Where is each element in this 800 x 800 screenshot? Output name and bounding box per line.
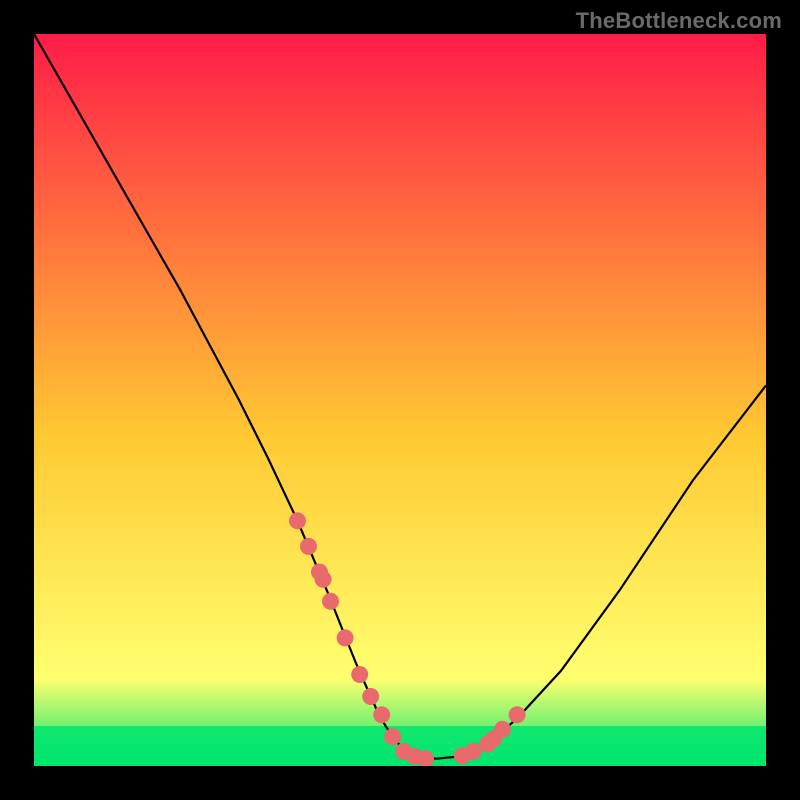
plot-area: [34, 34, 766, 766]
marker-dot: [300, 538, 317, 555]
marker-dot: [373, 706, 390, 723]
marker-dot: [509, 706, 526, 723]
marker-dot: [362, 688, 379, 705]
marker-dot: [351, 666, 368, 683]
marker-dot: [465, 743, 482, 760]
chart-svg: [34, 34, 766, 766]
marker-dot: [289, 512, 306, 529]
marker-dot: [494, 721, 511, 738]
marker-dot: [315, 571, 332, 588]
marker-dot: [337, 629, 354, 646]
marker-dot: [322, 593, 339, 610]
marker-dot: [384, 728, 401, 745]
gradient-background: [34, 34, 766, 766]
watermark-text: TheBottleneck.com: [576, 8, 782, 34]
